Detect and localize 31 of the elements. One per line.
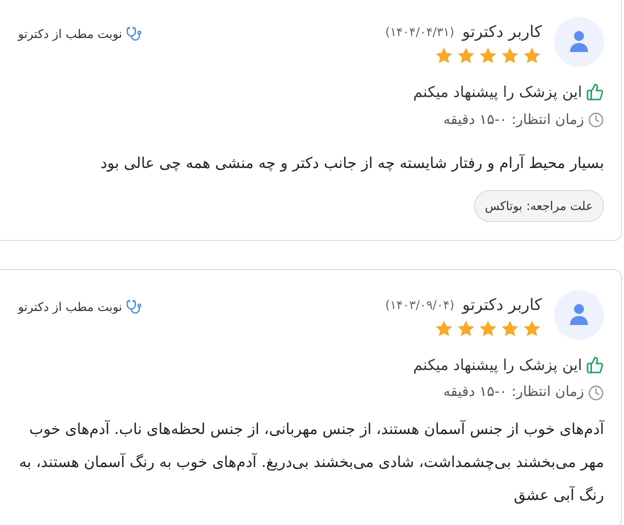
booking-source: نوبت مطب از دکترتو [18, 26, 122, 43]
star-icon [434, 318, 454, 338]
stethoscope-icon [126, 26, 142, 42]
review-comment: بسیار محیط آرام و رفتار شایسته چه از جانب دکتر و چه منشی همه چی عالی بود [100, 152, 604, 174]
person-icon [569, 30, 589, 54]
star-icon [478, 46, 498, 66]
person-icon [569, 302, 589, 326]
thumbs-up-icon [586, 356, 604, 374]
star-icon [456, 46, 476, 66]
clock-icon [588, 112, 604, 128]
thumbs-up-icon [586, 83, 604, 102]
star-icon [478, 318, 498, 338]
recommend-text: این پزشک را پیشنهاد میکنم [413, 354, 582, 376]
wait-time: زمان انتظار: ۰-۱۵ دقیقه [443, 110, 584, 130]
review-comment: آدم‌های خوب از جنس آسمان هستند، از جنس مهربانی، از جنس لحظه‌های ناب. آدم‌های خوب مهر می‌بخشند بی‌چشمداشت، شادی می‌بخشند بی‌دریغ. آدم‌های خوب به رنگ آسمان هستند، به رنگ آبی عشق [18, 419, 604, 506]
star-icon [434, 46, 454, 66]
visit-reason-chip: علت مراجعه: بوتاکس [474, 190, 604, 222]
review-date: (۱۴۰۳/۰۹/۰۴) [385, 296, 454, 314]
star-icon [500, 46, 520, 66]
star-icon [500, 318, 520, 338]
wait-time: زمان انتظار: ۰-۱۵ دقیقه [443, 383, 584, 402]
user-name: کاربر دکترتو [462, 294, 542, 316]
star-icon [522, 46, 542, 66]
user-name: کاربر دکترتو [462, 21, 542, 43]
review-date: (۱۴۰۴/۰۴/۳۱) [385, 24, 454, 41]
stethoscope-icon [126, 298, 142, 314]
booking-source: نوبت مطب از دکترتو [18, 298, 122, 316]
star-icon [522, 318, 542, 338]
star-icon [456, 318, 476, 338]
clock-icon [588, 384, 604, 400]
recommend-text: این پزشک را پیشنهاد میکنم [413, 82, 582, 103]
